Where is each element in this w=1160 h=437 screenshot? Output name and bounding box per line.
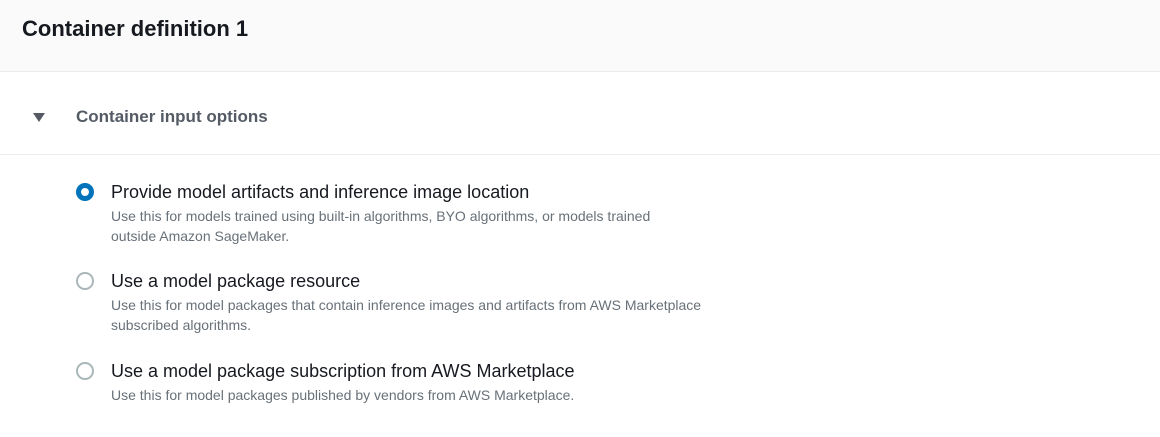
option-model-artifacts[interactable]: Provide model artifacts and inference im… xyxy=(76,180,976,250)
container-input-options-toggle[interactable]: Container input options xyxy=(0,73,1160,155)
option-description: Use this for models trained using built-… xyxy=(111,206,911,246)
caret-down-icon xyxy=(33,113,45,122)
option-description-line: Use this for model packages that contain… xyxy=(111,297,702,313)
option-description-line: Use this for model packages published by… xyxy=(111,387,575,403)
option-model-package-resource[interactable]: Use a model package resource Use this fo… xyxy=(76,269,976,339)
option-model-package-subscription[interactable]: Use a model package subscription from AW… xyxy=(76,359,976,409)
option-label: Use a model package subscription from AW… xyxy=(111,361,575,381)
section-title: Container input options xyxy=(76,107,268,126)
radio-button[interactable] xyxy=(76,362,94,380)
page-title: Container definition 1 xyxy=(22,16,249,41)
option-description-line: outside Amazon SageMaker. xyxy=(111,228,290,244)
radio-button[interactable] xyxy=(76,272,94,290)
container-definition-header: Container definition 1 xyxy=(0,0,1160,72)
option-description-line: subscribed algorithms. xyxy=(111,317,252,333)
option-label: Provide model artifacts and inference im… xyxy=(111,182,530,202)
option-label: Use a model package resource xyxy=(111,271,361,291)
option-description-line: Use this for models trained using built-… xyxy=(111,208,651,224)
option-description: Use this for model packages that contain… xyxy=(111,295,911,335)
radio-button-selected[interactable] xyxy=(76,183,94,201)
option-description: Use this for model packages published by… xyxy=(111,385,911,405)
